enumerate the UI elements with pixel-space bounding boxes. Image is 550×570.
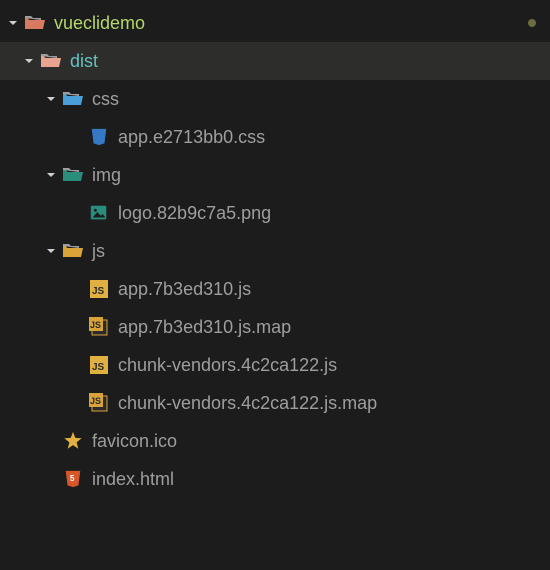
tree-item-js-file[interactable]: JS app.7b3ed310.js <box>0 270 550 308</box>
tree-item-js-folder[interactable]: js <box>0 232 550 270</box>
tree-item-js-map-file[interactable]: JS app.7b3ed310.js.map <box>0 308 550 346</box>
image-file-icon <box>88 202 110 224</box>
svg-text:JS: JS <box>92 286 105 297</box>
js-map-file-icon: JS <box>88 316 110 338</box>
css-file-icon <box>88 126 110 148</box>
js-map-file-icon: JS <box>88 392 110 414</box>
tree-item-label: vueclidemo <box>54 13 145 34</box>
chevron-down-icon <box>44 170 58 180</box>
tree-item-label: app.e2713bb0.css <box>118 127 265 148</box>
tree-item-label: app.7b3ed310.js <box>118 279 251 300</box>
tree-item-css-folder[interactable]: css <box>0 80 550 118</box>
folder-open-icon <box>62 88 84 110</box>
chevron-down-icon <box>44 246 58 256</box>
tree-item-img-file[interactable]: logo.82b9c7a5.png <box>0 194 550 232</box>
folder-open-icon <box>40 50 62 72</box>
tree-item-label: css <box>92 89 119 110</box>
folder-open-icon <box>24 12 46 34</box>
svg-text:JS: JS <box>92 362 105 373</box>
tree-item-label: js <box>92 241 105 262</box>
chevron-down-icon <box>6 18 20 28</box>
tree-item-dist[interactable]: dist <box>0 42 550 80</box>
tree-item-label: dist <box>70 51 98 72</box>
dirty-indicator-icon <box>528 19 536 27</box>
tree-item-label: chunk-vendors.4c2ca122.js <box>118 355 337 376</box>
tree-item-js-file[interactable]: JS chunk-vendors.4c2ca122.js <box>0 346 550 384</box>
svg-text:5: 5 <box>70 474 75 483</box>
tree-item-label: index.html <box>92 469 174 490</box>
tree-item-favicon[interactable]: favicon.ico <box>0 422 550 460</box>
folder-open-icon <box>62 164 84 186</box>
html-file-icon: 5 <box>62 468 84 490</box>
folder-open-icon <box>62 240 84 262</box>
star-icon <box>62 430 84 452</box>
svg-text:JS: JS <box>90 320 101 330</box>
tree-item-label: app.7b3ed310.js.map <box>118 317 291 338</box>
chevron-down-icon <box>22 56 36 66</box>
chevron-down-icon <box>44 94 58 104</box>
tree-item-label: img <box>92 165 121 186</box>
tree-item-img-folder[interactable]: img <box>0 156 550 194</box>
js-file-icon: JS <box>88 278 110 300</box>
tree-item-label: favicon.ico <box>92 431 177 452</box>
tree-item-css-file[interactable]: app.e2713bb0.css <box>0 118 550 156</box>
tree-item-index-html[interactable]: 5 index.html <box>0 460 550 498</box>
tree-item-label: chunk-vendors.4c2ca122.js.map <box>118 393 377 414</box>
svg-text:JS: JS <box>90 396 101 406</box>
js-file-icon: JS <box>88 354 110 376</box>
tree-item-label: logo.82b9c7a5.png <box>118 203 271 224</box>
tree-item-js-map-file[interactable]: JS chunk-vendors.4c2ca122.js.map <box>0 384 550 422</box>
tree-item-root[interactable]: vueclidemo <box>0 4 550 42</box>
